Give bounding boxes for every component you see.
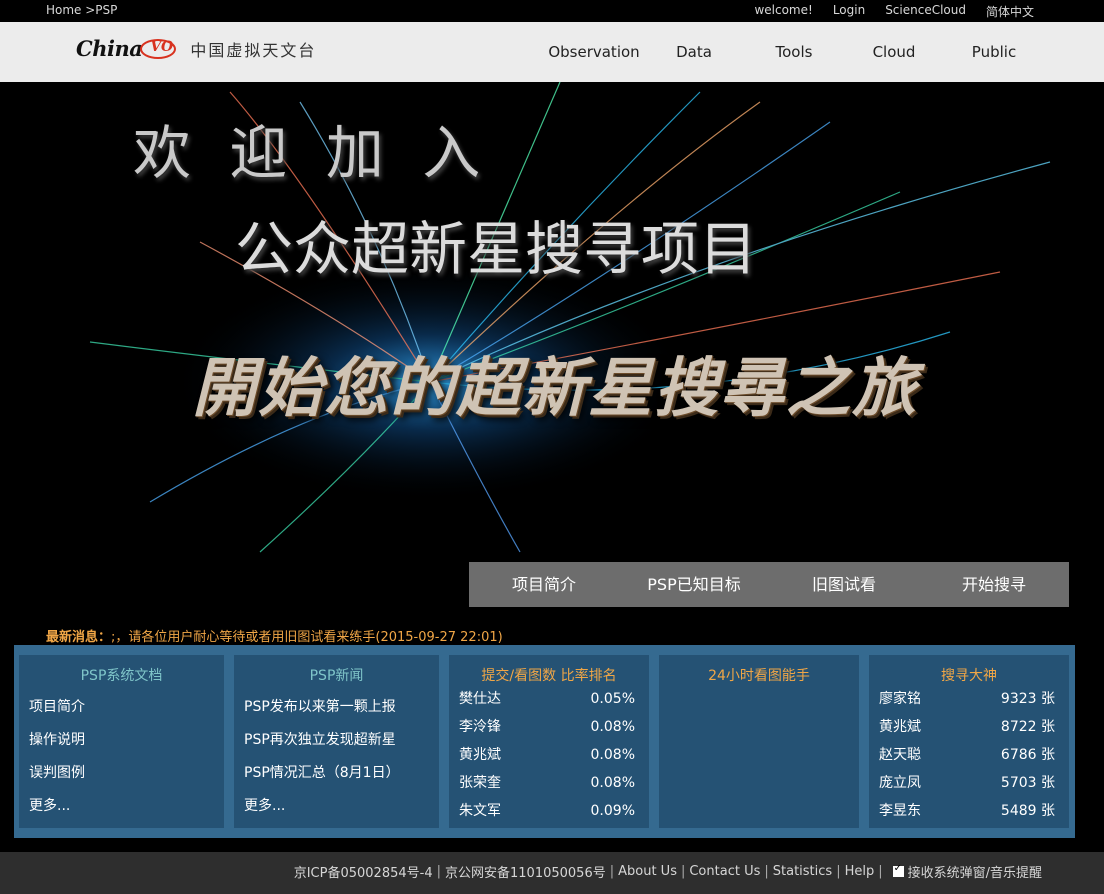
- about-us-link[interactable]: About Us: [618, 864, 677, 879]
- public-security-link[interactable]: 京公网安备1101050056号: [445, 862, 606, 881]
- nav-cloud[interactable]: Cloud: [844, 43, 944, 61]
- icp-license-link[interactable]: 京ICP备05002854号-4: [294, 862, 433, 881]
- docs-panel: PSP系统文档 项目简介 操作说明 误判图例 更多...: [19, 655, 224, 828]
- notification-checkbox[interactable]: [892, 863, 904, 877]
- user-name: 张荣奎: [459, 775, 501, 791]
- nav-public[interactable]: Public: [944, 43, 1044, 61]
- viewers-24h-panel: 24小时看图能手: [659, 655, 859, 828]
- menu-start-search[interactable]: 开始搜寻: [919, 562, 1069, 607]
- latest-news: 最新消息：;，请各位用户耐心等待或者用旧图试看来练手(2015-09-27 22…: [46, 626, 503, 645]
- site-footer: 京ICP备05002854号-4 | 京公网安备1101050056号 | Abou…: [0, 852, 1104, 894]
- image-count: 5489 张: [1000, 803, 1055, 819]
- user-name: 廖家铭: [879, 691, 921, 707]
- image-count: 5703 张: [1000, 775, 1055, 791]
- image-count: 8722 张: [1000, 719, 1055, 735]
- menu-project-intro[interactable]: 项目简介: [469, 562, 619, 607]
- language-link[interactable]: 简体中文: [986, 3, 1034, 20]
- sciencecloud-link[interactable]: ScienceCloud: [885, 3, 966, 20]
- user-name: 庞立凤: [879, 775, 921, 791]
- ratio-value: 0.08%: [590, 747, 635, 763]
- news-link-summary[interactable]: PSP情况汇总（8月1日）: [234, 761, 439, 794]
- ranking-row: 朱文军 0.09%: [449, 799, 649, 827]
- china-vo-logo[interactable]: China VO 中国虚拟天文台: [76, 36, 316, 61]
- menu-old-image-trial[interactable]: 旧图试看: [769, 562, 919, 607]
- docs-link-guide[interactable]: 操作说明: [19, 728, 224, 761]
- hero-banner: 欢 迎 加 入 公众超新星搜寻项目 開始您的超新星搜尋之旅: [0, 82, 1104, 562]
- nav-observation[interactable]: Observation: [544, 43, 644, 61]
- ranking-row: 樊仕达 0.05%: [449, 687, 649, 715]
- news-link-first-report[interactable]: PSP发布以来第一颗上报: [234, 695, 439, 728]
- search-masters-panel: 搜寻大神 廖家铭 9323 张 黄兆斌 8722 张 赵天聪 6786 张 庞立凤 57…: [869, 655, 1069, 828]
- user-name: 黄兆斌: [879, 719, 921, 735]
- nav-data[interactable]: Data: [644, 43, 744, 61]
- master-row: 黄兆斌 8722 张: [869, 715, 1069, 743]
- site-header: China VO 中国虚拟天文台 Observation Data Tools …: [0, 22, 1104, 82]
- image-count: 9323 张: [1000, 691, 1055, 707]
- contact-us-link[interactable]: Contact Us: [689, 864, 760, 879]
- banner-welcome-text: 欢 迎 加 入: [133, 119, 491, 187]
- master-row: 廖家铭 9323 张: [869, 687, 1069, 715]
- menu-known-targets[interactable]: PSP已知目标: [619, 562, 769, 607]
- news-label: 最新消息：: [46, 630, 112, 645]
- notification-checkbox-label[interactable]: 接收系统弹窗/音乐提醒: [908, 862, 1042, 881]
- welcome-link[interactable]: welcome!: [754, 3, 812, 20]
- ratio-value: 0.08%: [590, 719, 635, 735]
- project-menu: 项目简介 PSP已知目标 旧图试看 开始搜寻: [469, 562, 1069, 607]
- news-panel: PSP新闻 PSP发布以来第一颗上报 PSP再次独立发现超新星 PSP情况汇总（…: [234, 655, 439, 828]
- master-row: 庞立凤 5703 张: [869, 771, 1069, 799]
- user-name: 赵天聪: [879, 747, 921, 763]
- banner-slogan: 開始您的超新星搜尋之旅: [192, 352, 918, 426]
- banner-project-title: 公众超新星搜寻项目: [235, 215, 758, 283]
- news-link-independent-discovery[interactable]: PSP再次独立发现超新星: [234, 728, 439, 761]
- ratio-value: 0.08%: [590, 775, 635, 791]
- nav-tools[interactable]: Tools: [744, 43, 844, 61]
- top-bar: Home >PSP welcome! Login ScienceCloud 简体…: [0, 0, 1104, 22]
- ranking-row: 张荣奎 0.08%: [449, 771, 649, 799]
- user-name: 黄兆斌: [459, 747, 501, 763]
- statistics-link[interactable]: Statistics: [773, 864, 832, 879]
- top-links: welcome! Login ScienceCloud 简体中文: [754, 3, 1034, 20]
- footer-links: 京ICP备05002854号-4 | 京公网安备1101050056号 | Abou…: [294, 862, 1042, 881]
- docs-panel-title: PSP系统文档: [80, 668, 163, 684]
- docs-link-intro[interactable]: 项目简介: [19, 695, 224, 728]
- master-row: 李昱东 5489 张: [869, 799, 1069, 827]
- user-name: 李昱东: [879, 803, 921, 819]
- master-row: 赵天聪 6786 张: [869, 743, 1069, 771]
- user-name: 朱文军: [459, 803, 501, 819]
- viewers-panel-title: 24小时看图能手: [708, 668, 810, 684]
- ratio-panel-title: 提交/看图数 比率排名: [481, 668, 617, 684]
- image-count: 6786 张: [1000, 747, 1055, 763]
- ratio-ranking-panel: 提交/看图数 比率排名 樊仕达 0.05% 李泠锋 0.08% 黄兆斌 0.08% 张…: [449, 655, 649, 828]
- logo-wordmark: China: [76, 36, 143, 61]
- login-link[interactable]: Login: [833, 3, 865, 20]
- ranking-row: 李泠锋 0.08%: [449, 715, 649, 743]
- vo-logo-mark: VO: [140, 38, 177, 59]
- help-link[interactable]: Help: [845, 864, 875, 879]
- news-panel-title: PSP新闻: [309, 668, 364, 684]
- user-name: 李泠锋: [459, 719, 501, 735]
- ranking-row: 黄兆斌 0.08%: [449, 743, 649, 771]
- info-panels: PSP系统文档 项目简介 操作说明 误判图例 更多... PSP新闻 PSP发布…: [14, 645, 1075, 838]
- user-name: 樊仕达: [459, 691, 501, 707]
- docs-link-misjudge[interactable]: 误判图例: [19, 761, 224, 794]
- docs-link-more[interactable]: 更多...: [19, 794, 224, 827]
- ratio-value: 0.05%: [590, 691, 635, 707]
- breadcrumb[interactable]: Home >PSP: [46, 3, 117, 17]
- logo-cn-text: 中国虚拟天文台: [190, 40, 317, 60]
- main-nav: Observation Data Tools Cloud Public: [544, 43, 1044, 61]
- news-text: ;，请各位用户耐心等待或者用旧图试看来练手(2015-09-27 22:01): [111, 630, 503, 645]
- ratio-value: 0.09%: [590, 803, 635, 819]
- masters-panel-title: 搜寻大神: [941, 668, 997, 684]
- news-link-more[interactable]: 更多...: [234, 794, 439, 827]
